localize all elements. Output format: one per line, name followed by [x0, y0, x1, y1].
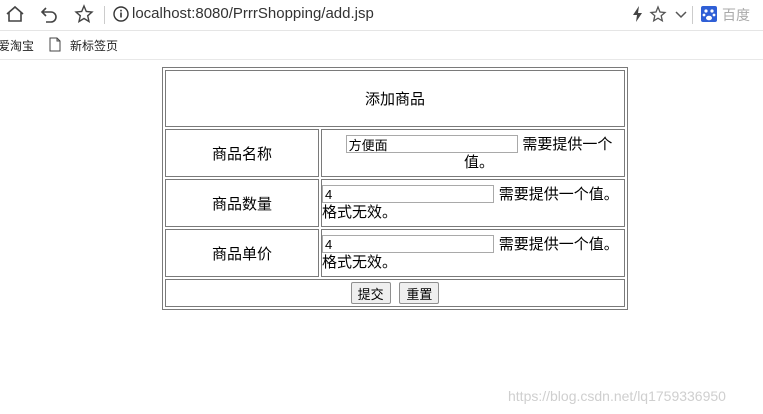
product-name-field-cell: 需要提供一个值。 — [321, 129, 625, 177]
product-quantity-input[interactable] — [322, 185, 494, 204]
product-price-label: 商品单价 — [165, 229, 319, 277]
back-icon[interactable] — [38, 3, 60, 25]
bookmarks-bar: 爱淘宝 新标签页 — [0, 31, 763, 60]
product-name-label: 商品名称 — [165, 129, 319, 177]
product-name-input[interactable] — [345, 135, 518, 154]
search-engine-label[interactable]: 百度 — [722, 5, 750, 25]
product-price-field-cell: 需要提供一个值。格式无效。 — [321, 229, 625, 277]
add-product-form: 添加商品 商品名称 需要提供一个值。 商品数量 需要提供一个值。格式无效。 商品… — [162, 67, 628, 310]
home-icon[interactable] — [4, 3, 26, 25]
form-title: 添加商品 — [165, 70, 625, 127]
bookmark-star-icon[interactable] — [647, 3, 669, 25]
bookmark-item-aitaobao[interactable]: 爱淘宝 — [0, 37, 34, 54]
bookmark-item-new-tab[interactable]: 新标签页 — [70, 37, 118, 54]
table-row: 商品数量 需要提供一个值。格式无效。 — [165, 179, 625, 227]
toolbar-separator — [104, 6, 105, 24]
table-row: 商品名称 需要提供一个值。 — [165, 129, 625, 177]
submit-button[interactable]: 提交 — [350, 282, 391, 304]
browser-toolbar: localhost:8080/PrrrShopping/add.jsp 百度 — [0, 0, 763, 31]
baidu-paw-icon[interactable] — [698, 3, 720, 25]
chevron-down-icon[interactable] — [670, 3, 692, 25]
info-icon[interactable] — [110, 3, 132, 25]
star-icon[interactable] — [73, 3, 95, 25]
table-row: 商品单价 需要提供一个值。格式无效。 — [165, 229, 625, 277]
reset-button[interactable]: 重置 — [399, 282, 440, 304]
toolbar-separator-2 — [692, 6, 693, 24]
form-actions: 提交 重置 — [165, 279, 625, 307]
page-icon — [49, 37, 61, 52]
product-quantity-field-cell: 需要提供一个值。格式无效。 — [321, 179, 625, 227]
address-bar[interactable]: localhost:8080/PrrrShopping/add.jsp — [132, 5, 374, 22]
watermark: https://blog.csdn.net/lq1759336950 — [508, 388, 726, 404]
product-price-input[interactable] — [322, 235, 494, 254]
product-quantity-label: 商品数量 — [165, 179, 319, 227]
lightning-icon[interactable] — [627, 3, 649, 25]
